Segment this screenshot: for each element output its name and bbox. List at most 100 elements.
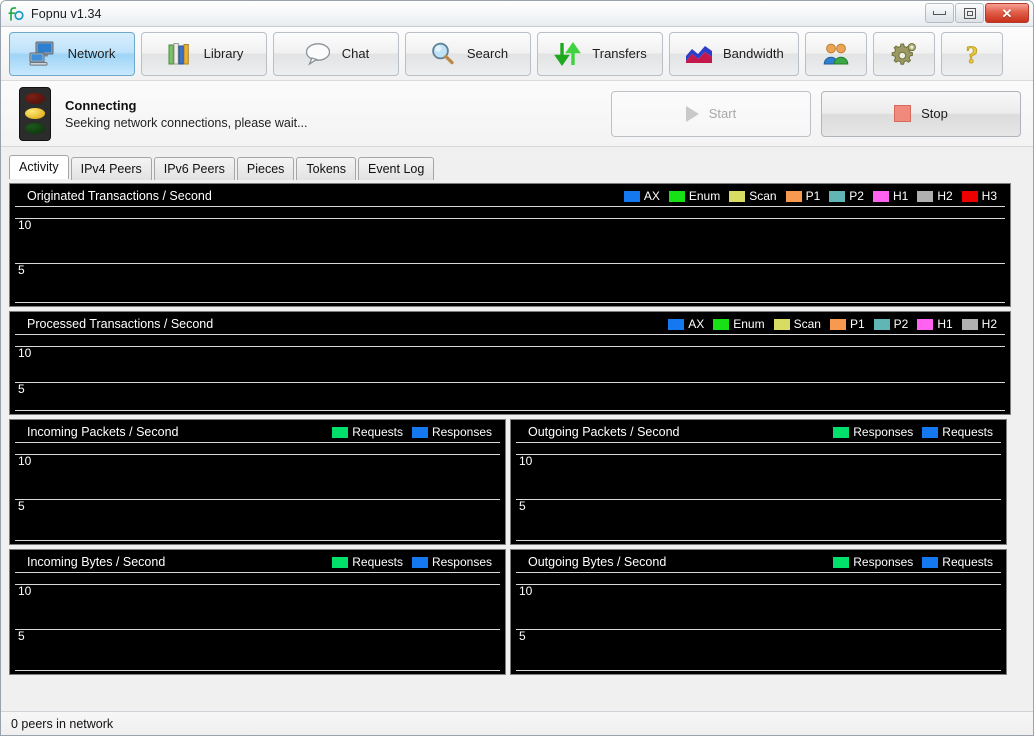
statusbar: 0 peers in network bbox=[1, 711, 1033, 735]
legend-label-h2: H2 bbox=[937, 189, 952, 203]
legend-swatch-ax bbox=[624, 191, 640, 202]
stop-square-icon bbox=[894, 105, 911, 122]
main-toolbar: Network Library Chat bbox=[1, 27, 1033, 81]
ytick-5: 5 bbox=[519, 630, 526, 642]
legend-item: H1 bbox=[873, 189, 908, 203]
legend-label-h3: H3 bbox=[982, 189, 997, 203]
chart-legend-incoming-bytes: Requests Responses bbox=[332, 555, 492, 569]
tab-event-log[interactable]: Event Log bbox=[358, 157, 434, 180]
legend-label-h2: H2 bbox=[982, 317, 997, 331]
chart-header-outgoing-bytes: Outgoing Bytes / Second Responses Reques… bbox=[516, 550, 1001, 573]
chart-legend-incoming-packets: Requests Responses bbox=[332, 425, 492, 439]
gridline-baseline bbox=[15, 302, 1005, 303]
chart-legend-outgoing-packets: Responses Requests bbox=[833, 425, 993, 439]
toolbar-button-bandwidth[interactable]: Bandwidth bbox=[669, 32, 799, 76]
legend-swatch-p1 bbox=[786, 191, 802, 202]
ytick-10: 10 bbox=[519, 585, 532, 597]
minimize-icon[interactable] bbox=[925, 3, 954, 23]
stop-button[interactable]: Stop bbox=[821, 91, 1021, 137]
titlebar: Fopnu v1.34 ✕ bbox=[1, 1, 1033, 27]
legend-label-h1: H1 bbox=[937, 317, 952, 331]
legend-swatch-scan bbox=[774, 319, 790, 330]
tab-ipv4-peers-label: IPv4 Peers bbox=[81, 162, 142, 176]
books-icon bbox=[165, 39, 195, 69]
play-icon bbox=[686, 106, 699, 122]
legend-swatch-responses bbox=[412, 427, 428, 438]
chart-panel-incoming-bytes[interactable]: Incoming Bytes / Second Requests Respons… bbox=[9, 549, 506, 675]
tab-activity[interactable]: Activity bbox=[9, 155, 69, 179]
gridline-5 bbox=[15, 263, 1005, 264]
legend-item: Responses bbox=[412, 425, 492, 439]
chart-plot-originated-transactions: 10 5 bbox=[15, 207, 1005, 303]
ytick-10: 10 bbox=[18, 585, 31, 597]
legend-label-p2: P2 bbox=[894, 317, 909, 331]
tab-pieces[interactable]: Pieces bbox=[237, 157, 295, 180]
chart-row-1: Originated Transactions / Second AX Enum… bbox=[9, 183, 1025, 307]
tab-event-log-label: Event Log bbox=[368, 162, 424, 176]
maximize-icon[interactable] bbox=[955, 3, 984, 23]
legend-item: Enum bbox=[669, 189, 720, 203]
toolbar-button-chat[interactable]: Chat bbox=[273, 32, 399, 76]
chart-row-2: Processed Transactions / Second AX Enum … bbox=[9, 311, 1025, 415]
legend-swatch-enum bbox=[713, 319, 729, 330]
tab-ipv6-peers[interactable]: IPv6 Peers bbox=[154, 157, 235, 180]
gridline-baseline bbox=[516, 540, 1001, 541]
toolbar-button-network[interactable]: Network bbox=[9, 32, 135, 76]
toolbar-button-users[interactable] bbox=[805, 32, 867, 76]
chart-legend-outgoing-bytes: Responses Requests bbox=[833, 555, 993, 569]
legend-swatch-ax bbox=[668, 319, 684, 330]
toolbar-button-settings[interactable] bbox=[873, 32, 935, 76]
window-controls: ✕ bbox=[925, 3, 1029, 23]
chart-panel-originated-transactions[interactable]: Originated Transactions / Second AX Enum… bbox=[9, 183, 1011, 307]
chart-panel-outgoing-bytes[interactable]: Outgoing Bytes / Second Responses Reques… bbox=[510, 549, 1007, 675]
toolbar-button-help[interactable]: ? bbox=[941, 32, 1003, 76]
legend-item: Responses bbox=[833, 425, 913, 439]
toolbar-label-network: Network bbox=[68, 46, 116, 61]
tab-ipv4-peers[interactable]: IPv4 Peers bbox=[71, 157, 152, 180]
legend-label-h1: H1 bbox=[893, 189, 908, 203]
chart-header-outgoing-packets: Outgoing Packets / Second Responses Requ… bbox=[516, 420, 1001, 443]
legend-swatch-h1 bbox=[873, 191, 889, 202]
legend-item: Requests bbox=[922, 425, 993, 439]
legend-label-enum: Enum bbox=[733, 317, 764, 331]
network-tabbar: Activity IPv4 Peers IPv6 Peers Pieces To… bbox=[1, 147, 1033, 179]
activity-charts-area: Originated Transactions / Second AX Enum… bbox=[1, 179, 1033, 711]
gridline-5 bbox=[15, 499, 500, 500]
gridline-5 bbox=[15, 382, 1005, 383]
chart-panel-outgoing-packets[interactable]: Outgoing Packets / Second Responses Requ… bbox=[510, 419, 1007, 545]
ytick-10: 10 bbox=[18, 219, 31, 231]
gridline-5 bbox=[15, 629, 500, 630]
legend-item: Requests bbox=[332, 555, 403, 569]
tab-ipv6-peers-label: IPv6 Peers bbox=[164, 162, 225, 176]
ytick-5: 5 bbox=[18, 630, 25, 642]
connection-status-texts: Connecting Seeking network connections, … bbox=[65, 98, 611, 130]
chart-plot-incoming-packets: 10 5 bbox=[15, 443, 500, 541]
legend-item: P1 bbox=[830, 317, 865, 331]
up-down-arrows-icon bbox=[553, 39, 583, 69]
chart-row-3: Incoming Packets / Second Requests Respo… bbox=[9, 419, 1025, 545]
chart-title-outgoing-bytes: Outgoing Bytes / Second bbox=[528, 555, 666, 569]
close-icon[interactable]: ✕ bbox=[985, 3, 1029, 23]
toolbar-label-chat: Chat bbox=[342, 46, 369, 61]
ytick-5: 5 bbox=[18, 264, 25, 276]
legend-swatch-p1 bbox=[830, 319, 846, 330]
chart-row-4: Incoming Bytes / Second Requests Respons… bbox=[9, 549, 1025, 675]
area-chart-icon bbox=[684, 39, 714, 69]
gridline-baseline bbox=[15, 540, 500, 541]
legend-label-requests: Requests bbox=[942, 555, 993, 569]
toolbar-button-search[interactable]: Search bbox=[405, 32, 531, 76]
legend-label-p1: P1 bbox=[850, 317, 865, 331]
ytick-10: 10 bbox=[519, 455, 532, 467]
svg-text:?: ? bbox=[965, 42, 978, 68]
legend-label-scan: Scan bbox=[794, 317, 821, 331]
legend-label-responses: Responses bbox=[853, 555, 913, 569]
toolbar-button-library[interactable]: Library bbox=[141, 32, 267, 76]
toolbar-button-transfers[interactable]: Transfers bbox=[537, 32, 663, 76]
gridline-5 bbox=[516, 499, 1001, 500]
legend-item: Requests bbox=[922, 555, 993, 569]
chart-panel-incoming-packets[interactable]: Incoming Packets / Second Requests Respo… bbox=[9, 419, 506, 545]
tab-tokens[interactable]: Tokens bbox=[296, 157, 356, 180]
chart-panel-processed-transactions[interactable]: Processed Transactions / Second AX Enum … bbox=[9, 311, 1011, 415]
start-button[interactable]: Start bbox=[611, 91, 811, 137]
tab-tokens-label: Tokens bbox=[306, 162, 346, 176]
